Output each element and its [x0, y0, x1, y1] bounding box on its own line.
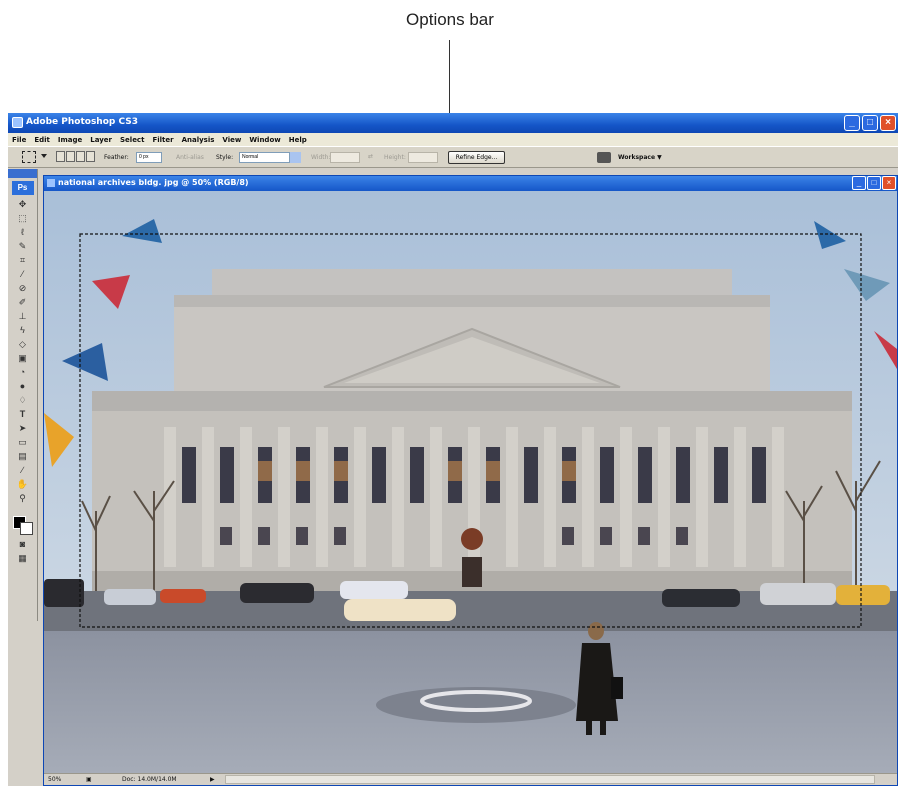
history-brush-tool-icon[interactable]: ϟ — [16, 324, 30, 336]
clone-stamp-tool-icon[interactable]: ⊥ — [16, 310, 30, 322]
height-input[interactable] — [408, 152, 438, 163]
swap-dimensions-icon[interactable]: ⇄ — [368, 153, 373, 160]
document-window: national archives bldg. jpg @ 50% (RGB/8… — [43, 175, 898, 786]
blur-tool-icon[interactable]: ◔ — [16, 366, 30, 378]
pen-tool-icon[interactable]: ♢ — [16, 394, 30, 406]
eyedropper-tool-icon[interactable]: ⁄ — [16, 268, 30, 280]
maximize-button[interactable]: □ — [862, 115, 878, 131]
style-select-value: Normal — [242, 154, 259, 160]
width-label: Width: — [311, 154, 331, 161]
photoshop-app-icon — [12, 117, 23, 128]
width-input[interactable] — [330, 152, 360, 163]
lasso-tool-icon[interactable]: ℓ — [16, 226, 30, 238]
menu-window[interactable]: Window — [249, 136, 280, 144]
document-title-bar: national archives bldg. jpg @ 50% (RGB/8… — [44, 176, 897, 191]
menu-layer[interactable]: Layer — [90, 136, 112, 144]
national-archives-photo — [44, 191, 897, 775]
zoom-tool-icon[interactable]: ⚲ — [16, 492, 30, 504]
notes-tool-icon[interactable]: ▤ — [16, 450, 30, 462]
healing-brush-tool-icon[interactable]: ⊘ — [16, 282, 30, 294]
anti-alias-checkbox[interactable]: Anti-alias — [176, 154, 204, 161]
doc-maximize-button[interactable]: □ — [867, 176, 881, 190]
document-canvas[interactable] — [44, 191, 897, 775]
eyedropper-tool-icon-2[interactable]: ∕ — [16, 464, 30, 476]
menu-view[interactable]: View — [222, 136, 241, 144]
doc-close-button[interactable]: × — [882, 176, 896, 190]
close-button[interactable]: × — [880, 115, 896, 131]
quick-mask-icon[interactable]: ◙ — [16, 538, 30, 550]
doc-minimize-button[interactable]: _ — [852, 176, 866, 190]
options-bar-callout-label: Options bar — [406, 10, 494, 29]
quick-selection-tool-icon[interactable]: ✎ — [16, 240, 30, 252]
screen-mode-icon[interactable]: ▦ — [16, 552, 30, 564]
menu-edit[interactable]: Edit — [34, 136, 50, 144]
status-info-icon[interactable]: ▣ — [86, 776, 92, 783]
zoom-level[interactable]: 50% — [48, 776, 61, 783]
brush-tool-icon[interactable]: ✐ — [16, 296, 30, 308]
refine-edge-button[interactable]: Refine Edge... — [448, 151, 505, 164]
menu-analysis[interactable]: Analysis — [182, 136, 215, 144]
chevron-down-icon[interactable] — [289, 152, 301, 163]
status-menu-arrow-icon[interactable]: ▶ — [210, 776, 215, 783]
document-title: national archives bldg. jpg @ 50% (RGB/8… — [58, 178, 249, 187]
type-tool-icon[interactable]: T — [16, 408, 30, 420]
marquee-tool-icon[interactable]: ⬚ — [16, 212, 30, 224]
add-to-selection-icon[interactable] — [66, 151, 75, 162]
subtract-from-selection-icon[interactable] — [76, 151, 85, 162]
background-color-swatch[interactable] — [19, 522, 33, 535]
preset-dropdown-icon[interactable] — [41, 154, 47, 158]
options-bar: Feather: 0 px Anti-alias Style: Normal W… — [8, 146, 898, 168]
path-selection-tool-icon[interactable]: ➤ — [16, 422, 30, 434]
photoshop-logo[interactable]: Ps — [11, 181, 34, 195]
gradient-tool-icon[interactable]: ▣ — [16, 352, 30, 364]
move-tool-icon[interactable]: ✥ — [16, 198, 30, 210]
new-selection-icon[interactable] — [56, 151, 65, 162]
status-bar: 50% ▣ Doc: 14.0M/14.0M ▶ — [44, 773, 897, 785]
tools-panel-grip[interactable] — [8, 169, 37, 178]
minimize-button[interactable]: _ — [844, 115, 860, 131]
menu-select[interactable]: Select — [120, 136, 144, 144]
menu-help[interactable]: Help — [289, 136, 307, 144]
color-swatches[interactable] — [11, 508, 35, 535]
menu-file[interactable]: File — [12, 136, 26, 144]
title-bar: Adobe Photoshop CS3 _ □ × — [8, 113, 898, 133]
eraser-tool-icon[interactable]: ◇ — [16, 338, 30, 350]
shape-tool-icon[interactable]: ▭ — [16, 436, 30, 448]
document-icon — [47, 179, 55, 187]
feather-input[interactable]: 0 px — [136, 152, 162, 163]
window-title: Adobe Photoshop CS3 — [26, 117, 138, 127]
bridge-icon[interactable] — [597, 152, 611, 163]
workspace-button[interactable]: Workspace ▼ — [618, 154, 662, 161]
intersect-selection-icon[interactable] — [86, 151, 95, 162]
menu-image[interactable]: Image — [58, 136, 82, 144]
style-select[interactable]: Normal — [239, 152, 301, 163]
document-size[interactable]: Doc: 14.0M/14.0M — [122, 776, 177, 783]
style-label: Style: — [216, 154, 234, 161]
hand-tool-icon[interactable]: ✋ — [16, 478, 30, 490]
feather-label: Feather: — [104, 154, 129, 161]
height-label: Height: — [384, 154, 406, 161]
dodge-tool-icon[interactable]: ● — [16, 380, 30, 392]
tools-panel: Ps ✥ ⬚ ℓ ✎ ⌗ ⁄ ⊘ ✐ ⊥ ϟ ◇ ▣ ◔ ● ♢ T ➤ ▭ ▤… — [8, 169, 38, 621]
menu-filter[interactable]: Filter — [152, 136, 173, 144]
crop-tool-icon[interactable]: ⌗ — [16, 254, 30, 266]
rectangular-marquee-preset-icon[interactable] — [22, 151, 36, 163]
horizontal-scrollbar[interactable] — [225, 775, 875, 784]
selection-mode-buttons — [56, 151, 95, 162]
menu-bar: File Edit Image Layer Select Filter Anal… — [8, 133, 898, 146]
photoshop-window: Adobe Photoshop CS3 _ □ × File Edit Imag… — [8, 113, 898, 786]
